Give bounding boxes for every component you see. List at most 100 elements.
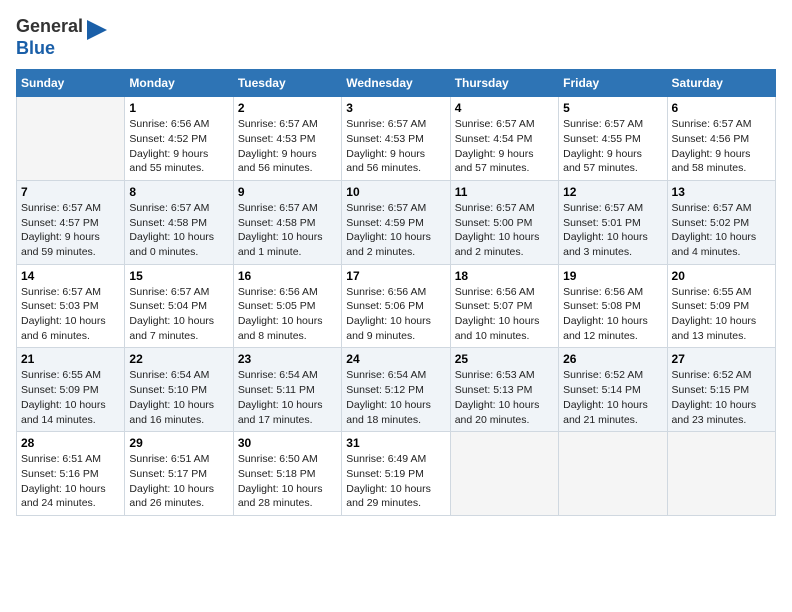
calendar-header-row: SundayMondayTuesdayWednesdayThursdayFrid…: [17, 70, 776, 97]
day-info: Sunrise: 6:57 AM Sunset: 5:01 PM Dayligh…: [563, 201, 662, 260]
day-info: Sunrise: 6:57 AM Sunset: 4:54 PM Dayligh…: [455, 117, 554, 176]
header-tuesday: Tuesday: [233, 70, 341, 97]
day-number: 5: [563, 101, 662, 115]
day-info: Sunrise: 6:57 AM Sunset: 5:03 PM Dayligh…: [21, 285, 120, 344]
header-sunday: Sunday: [17, 70, 125, 97]
day-number: 2: [238, 101, 337, 115]
calendar-cell: 21 Sunrise: 6:55 AM Sunset: 5:09 PM Dayli…: [17, 348, 125, 432]
calendar-cell: 5 Sunrise: 6:57 AM Sunset: 4:55 PM Daylig…: [559, 97, 667, 181]
day-number: 7: [21, 185, 120, 199]
calendar-cell: 25 Sunrise: 6:53 AM Sunset: 5:13 PM Dayli…: [450, 348, 558, 432]
header-wednesday: Wednesday: [342, 70, 450, 97]
calendar-cell: 23 Sunrise: 6:54 AM Sunset: 5:11 PM Dayli…: [233, 348, 341, 432]
day-info: Sunrise: 6:51 AM Sunset: 5:17 PM Dayligh…: [129, 452, 228, 511]
day-number: 25: [455, 352, 554, 366]
calendar-cell: [559, 432, 667, 516]
day-info: Sunrise: 6:57 AM Sunset: 5:00 PM Dayligh…: [455, 201, 554, 260]
calendar-cell: 26 Sunrise: 6:52 AM Sunset: 5:14 PM Dayli…: [559, 348, 667, 432]
day-number: 19: [563, 269, 662, 283]
week-row-1: 7 Sunrise: 6:57 AM Sunset: 4:57 PM Daylig…: [17, 180, 776, 264]
calendar-cell: 13Sunrise: 6:57 AM Sunset: 5:02 PM Dayli…: [667, 180, 775, 264]
day-info: Sunrise: 6:54 AM Sunset: 5:11 PM Dayligh…: [238, 368, 337, 427]
day-number: 4: [455, 101, 554, 115]
day-number: 1: [129, 101, 228, 115]
day-info: Sunrise: 6:56 AM Sunset: 5:06 PM Dayligh…: [346, 285, 445, 344]
calendar-cell: 27Sunrise: 6:52 AM Sunset: 5:15 PM Dayli…: [667, 348, 775, 432]
day-info: Sunrise: 6:57 AM Sunset: 5:04 PM Dayligh…: [129, 285, 228, 344]
calendar-cell: 29 Sunrise: 6:51 AM Sunset: 5:17 PM Dayli…: [125, 432, 233, 516]
calendar-cell: 19 Sunrise: 6:56 AM Sunset: 5:08 PM Dayli…: [559, 264, 667, 348]
day-number: 30: [238, 436, 337, 450]
calendar-cell: [17, 97, 125, 181]
day-number: 26: [563, 352, 662, 366]
day-number: 17: [346, 269, 445, 283]
day-number: 31: [346, 436, 445, 450]
day-info: Sunrise: 6:56 AM Sunset: 5:07 PM Dayligh…: [455, 285, 554, 344]
header-saturday: Saturday: [667, 70, 775, 97]
day-info: Sunrise: 6:55 AM Sunset: 5:09 PM Dayligh…: [672, 285, 771, 344]
day-info: Sunrise: 6:54 AM Sunset: 5:10 PM Dayligh…: [129, 368, 228, 427]
day-info: Sunrise: 6:49 AM Sunset: 5:19 PM Dayligh…: [346, 452, 445, 511]
calendar-cell: 1 Sunrise: 6:56 AM Sunset: 4:52 PM Daylig…: [125, 97, 233, 181]
header-monday: Monday: [125, 70, 233, 97]
calendar-cell: 22Sunrise: 6:54 AM Sunset: 5:10 PM Dayli…: [125, 348, 233, 432]
calendar-cell: 31 Sunrise: 6:49 AM Sunset: 5:19 PM Dayli…: [342, 432, 450, 516]
day-info: Sunrise: 6:53 AM Sunset: 5:13 PM Dayligh…: [455, 368, 554, 427]
calendar-cell: 6Sunrise: 6:57 AM Sunset: 4:56 PM Daylig…: [667, 97, 775, 181]
day-info: Sunrise: 6:54 AM Sunset: 5:12 PM Dayligh…: [346, 368, 445, 427]
header-friday: Friday: [559, 70, 667, 97]
calendar-cell: 9Sunrise: 6:57 AM Sunset: 4:58 PM Daylig…: [233, 180, 341, 264]
calendar-cell: 11 Sunrise: 6:57 AM Sunset: 5:00 PM Dayli…: [450, 180, 558, 264]
calendar-cell: 10 Sunrise: 6:57 AM Sunset: 4:59 PM Dayli…: [342, 180, 450, 264]
day-number: 20: [672, 269, 771, 283]
calendar-cell: 16 Sunrise: 6:56 AM Sunset: 5:05 PM Dayli…: [233, 264, 341, 348]
day-info: Sunrise: 6:55 AM Sunset: 5:09 PM Dayligh…: [21, 368, 120, 427]
day-info: Sunrise: 6:52 AM Sunset: 5:15 PM Dayligh…: [672, 368, 771, 427]
day-number: 23: [238, 352, 337, 366]
week-row-3: 21 Sunrise: 6:55 AM Sunset: 5:09 PM Dayli…: [17, 348, 776, 432]
day-info: Sunrise: 6:57 AM Sunset: 4:55 PM Dayligh…: [563, 117, 662, 176]
day-info: Sunrise: 6:57 AM Sunset: 4:53 PM Dayligh…: [238, 117, 337, 176]
logo: GeneralBlue: [16, 16, 107, 59]
day-number: 10: [346, 185, 445, 199]
header-thursday: Thursday: [450, 70, 558, 97]
logo-triangle-icon: [87, 20, 107, 56]
calendar-cell: 7 Sunrise: 6:57 AM Sunset: 4:57 PM Daylig…: [17, 180, 125, 264]
calendar-table: SundayMondayTuesdayWednesdayThursdayFrid…: [16, 69, 776, 516]
day-info: Sunrise: 6:57 AM Sunset: 4:58 PM Dayligh…: [129, 201, 228, 260]
calendar-cell: [667, 432, 775, 516]
day-number: 16: [238, 269, 337, 283]
calendar-cell: 12Sunrise: 6:57 AM Sunset: 5:01 PM Dayli…: [559, 180, 667, 264]
day-number: 14: [21, 269, 120, 283]
day-number: 21: [21, 352, 120, 366]
calendar-cell: 20 Sunrise: 6:55 AM Sunset: 5:09 PM Dayli…: [667, 264, 775, 348]
day-info: Sunrise: 6:51 AM Sunset: 5:16 PM Dayligh…: [21, 452, 120, 511]
day-info: Sunrise: 6:57 AM Sunset: 4:57 PM Dayligh…: [21, 201, 120, 260]
calendar-cell: 30 Sunrise: 6:50 AM Sunset: 5:18 PM Dayli…: [233, 432, 341, 516]
day-info: Sunrise: 6:57 AM Sunset: 4:53 PM Dayligh…: [346, 117, 445, 176]
day-number: 11: [455, 185, 554, 199]
header: GeneralBlue: [16, 16, 776, 59]
week-row-4: 28 Sunrise: 6:51 AM Sunset: 5:16 PM Dayli…: [17, 432, 776, 516]
day-number: 15: [129, 269, 228, 283]
day-info: Sunrise: 6:57 AM Sunset: 4:59 PM Dayligh…: [346, 201, 445, 260]
calendar-cell: 2 Sunrise: 6:57 AM Sunset: 4:53 PM Daylig…: [233, 97, 341, 181]
day-number: 24: [346, 352, 445, 366]
day-info: Sunrise: 6:57 AM Sunset: 4:58 PM Dayligh…: [238, 201, 337, 260]
day-info: Sunrise: 6:50 AM Sunset: 5:18 PM Dayligh…: [238, 452, 337, 511]
day-number: 3: [346, 101, 445, 115]
day-number: 13: [672, 185, 771, 199]
day-info: Sunrise: 6:52 AM Sunset: 5:14 PM Dayligh…: [563, 368, 662, 427]
calendar-cell: 18 Sunrise: 6:56 AM Sunset: 5:07 PM Dayli…: [450, 264, 558, 348]
day-number: 29: [129, 436, 228, 450]
day-number: 18: [455, 269, 554, 283]
calendar-cell: 15 Sunrise: 6:57 AM Sunset: 5:04 PM Dayli…: [125, 264, 233, 348]
week-row-0: 1 Sunrise: 6:56 AM Sunset: 4:52 PM Daylig…: [17, 97, 776, 181]
day-info: Sunrise: 6:56 AM Sunset: 4:52 PM Dayligh…: [129, 117, 228, 176]
day-number: 28: [21, 436, 120, 450]
calendar-cell: [450, 432, 558, 516]
day-info: Sunrise: 6:56 AM Sunset: 5:05 PM Dayligh…: [238, 285, 337, 344]
day-number: 8: [129, 185, 228, 199]
day-info: Sunrise: 6:56 AM Sunset: 5:08 PM Dayligh…: [563, 285, 662, 344]
week-row-2: 14 Sunrise: 6:57 AM Sunset: 5:03 PM Dayli…: [17, 264, 776, 348]
